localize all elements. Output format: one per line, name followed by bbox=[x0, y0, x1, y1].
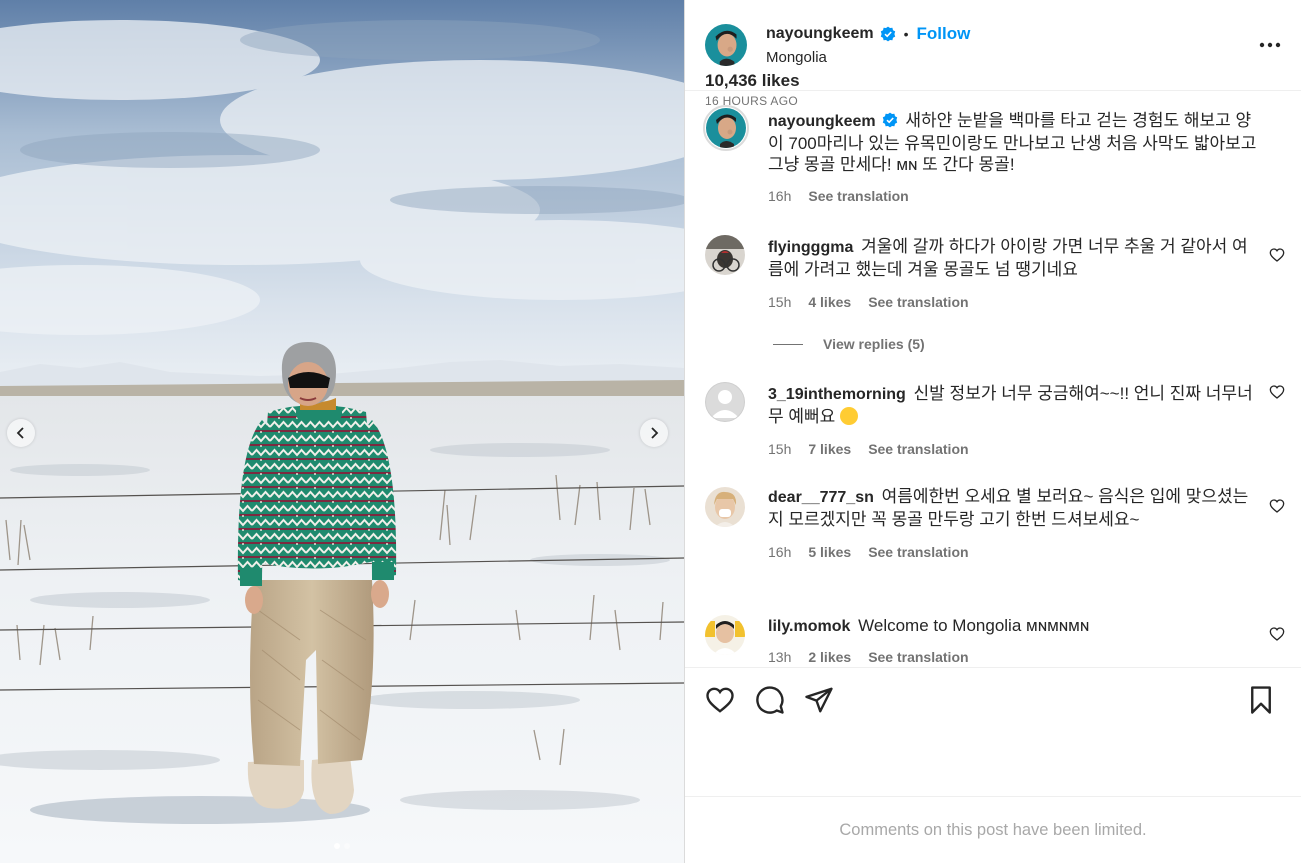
see-translation-button[interactable]: See translation bbox=[868, 544, 968, 560]
heart-icon[interactable] bbox=[1269, 247, 1285, 263]
avatar[interactable] bbox=[703, 105, 749, 151]
caption-username[interactable]: nayoungkeem bbox=[768, 113, 876, 130]
heart-icon[interactable] bbox=[1269, 498, 1285, 514]
caption-time[interactable]: 16h bbox=[768, 188, 791, 204]
avatar[interactable] bbox=[705, 382, 745, 422]
post-timestamp[interactable]: 16 HOURS AGO bbox=[705, 94, 798, 108]
comment-time[interactable]: 16h bbox=[768, 544, 791, 560]
heart-icon[interactable] bbox=[1269, 384, 1285, 400]
see-translation-button[interactable]: See translation bbox=[808, 188, 908, 204]
comment-username[interactable]: dear__777_sn bbox=[768, 489, 874, 506]
chevron-left-icon bbox=[16, 427, 24, 439]
view-replies-button[interactable]: View replies (5) bbox=[773, 336, 925, 352]
post-side-panel: nayoungkeem • Follow Mongolia nayoungkee… bbox=[684, 0, 1301, 863]
likes-count[interactable]: 10,436 likes bbox=[705, 71, 800, 91]
share-icon[interactable] bbox=[804, 685, 834, 715]
follow-button[interactable]: Follow bbox=[917, 24, 971, 44]
comments-limited-text: Comments on this post have been limited. bbox=[839, 820, 1147, 839]
comment-likes[interactable]: 4 likes bbox=[808, 294, 851, 310]
comment-item: lily.momok Welcome to Mongolia ᴍɴᴍɴᴍɴ 13… bbox=[705, 615, 1285, 665]
more-options-button[interactable] bbox=[1257, 32, 1283, 58]
avatar[interactable] bbox=[705, 235, 745, 275]
post-photo[interactable] bbox=[0, 0, 684, 863]
separator-dot: • bbox=[903, 26, 909, 42]
comment-item: 3_19inthemorning 신발 정보가 너무 궁금해여~~!! 언니 진… bbox=[705, 382, 1285, 457]
comment-username[interactable]: 3_19inthemorning bbox=[768, 386, 906, 403]
bookmark-icon[interactable] bbox=[1246, 685, 1276, 715]
comment-username[interactable]: lily.momok bbox=[768, 618, 850, 635]
verified-badge-icon bbox=[880, 26, 895, 42]
comments-limited-notice: Comments on this post have been limited. bbox=[685, 796, 1301, 863]
comment-text: Welcome to Mongolia ᴍɴᴍɴᴍɴ bbox=[858, 616, 1090, 635]
view-replies-label: View replies (5) bbox=[823, 336, 925, 352]
see-translation-button[interactable]: See translation bbox=[868, 441, 968, 457]
carousel-prev-button[interactable] bbox=[7, 419, 35, 447]
comment-likes[interactable]: 2 likes bbox=[808, 649, 851, 665]
post-image bbox=[0, 0, 684, 863]
comment-time[interactable]: 15h bbox=[768, 294, 791, 310]
comment-icon[interactable] bbox=[755, 685, 785, 715]
carousel-indicator bbox=[0, 843, 684, 849]
comment-time[interactable]: 15h bbox=[768, 441, 791, 457]
carousel-dot bbox=[344, 843, 350, 849]
avatar[interactable] bbox=[705, 615, 745, 655]
comment-time[interactable]: 13h bbox=[768, 649, 791, 665]
post-actions bbox=[685, 667, 1301, 732]
see-translation-button[interactable]: See translation bbox=[868, 649, 968, 665]
post-modal: nayoungkeem • Follow Mongolia nayoungkee… bbox=[0, 0, 1301, 863]
see-translation-button[interactable]: See translation bbox=[868, 294, 968, 310]
post-location[interactable]: Mongolia bbox=[766, 49, 970, 66]
comment-likes[interactable]: 7 likes bbox=[808, 441, 851, 457]
carousel-next-button[interactable] bbox=[640, 419, 668, 447]
heart-icon[interactable] bbox=[1269, 626, 1285, 642]
avatar[interactable] bbox=[705, 24, 747, 66]
comment-item: dear__777_sn 여름에한번 오세요 별 보러요~ 음식은 입에 맞으셨… bbox=[705, 487, 1285, 560]
post-caption: nayoungkeem 새하얀 눈밭을 백마를 타고 걷는 경험도 해보고 양이… bbox=[703, 105, 1285, 204]
post-author-username[interactable]: nayoungkeem bbox=[766, 25, 874, 43]
comment-username[interactable]: flyingggma bbox=[768, 239, 853, 256]
heart-icon[interactable] bbox=[705, 685, 735, 715]
comments-list[interactable]: nayoungkeem 새하얀 눈밭을 백마를 타고 걷는 경험도 해보고 양이… bbox=[685, 91, 1301, 667]
more-options-icon bbox=[1259, 42, 1281, 48]
grinning-face-emoji-icon bbox=[840, 406, 859, 425]
comment-likes[interactable]: 5 likes bbox=[808, 544, 851, 560]
carousel-dot-active bbox=[334, 843, 340, 849]
avatar[interactable] bbox=[705, 487, 745, 527]
comment-item: flyingggma 겨울에 갈까 하다가 아이랑 가면 너무 추울 거 같아서… bbox=[705, 235, 1285, 310]
verified-badge-icon bbox=[882, 112, 897, 128]
chevron-right-icon bbox=[651, 427, 659, 439]
